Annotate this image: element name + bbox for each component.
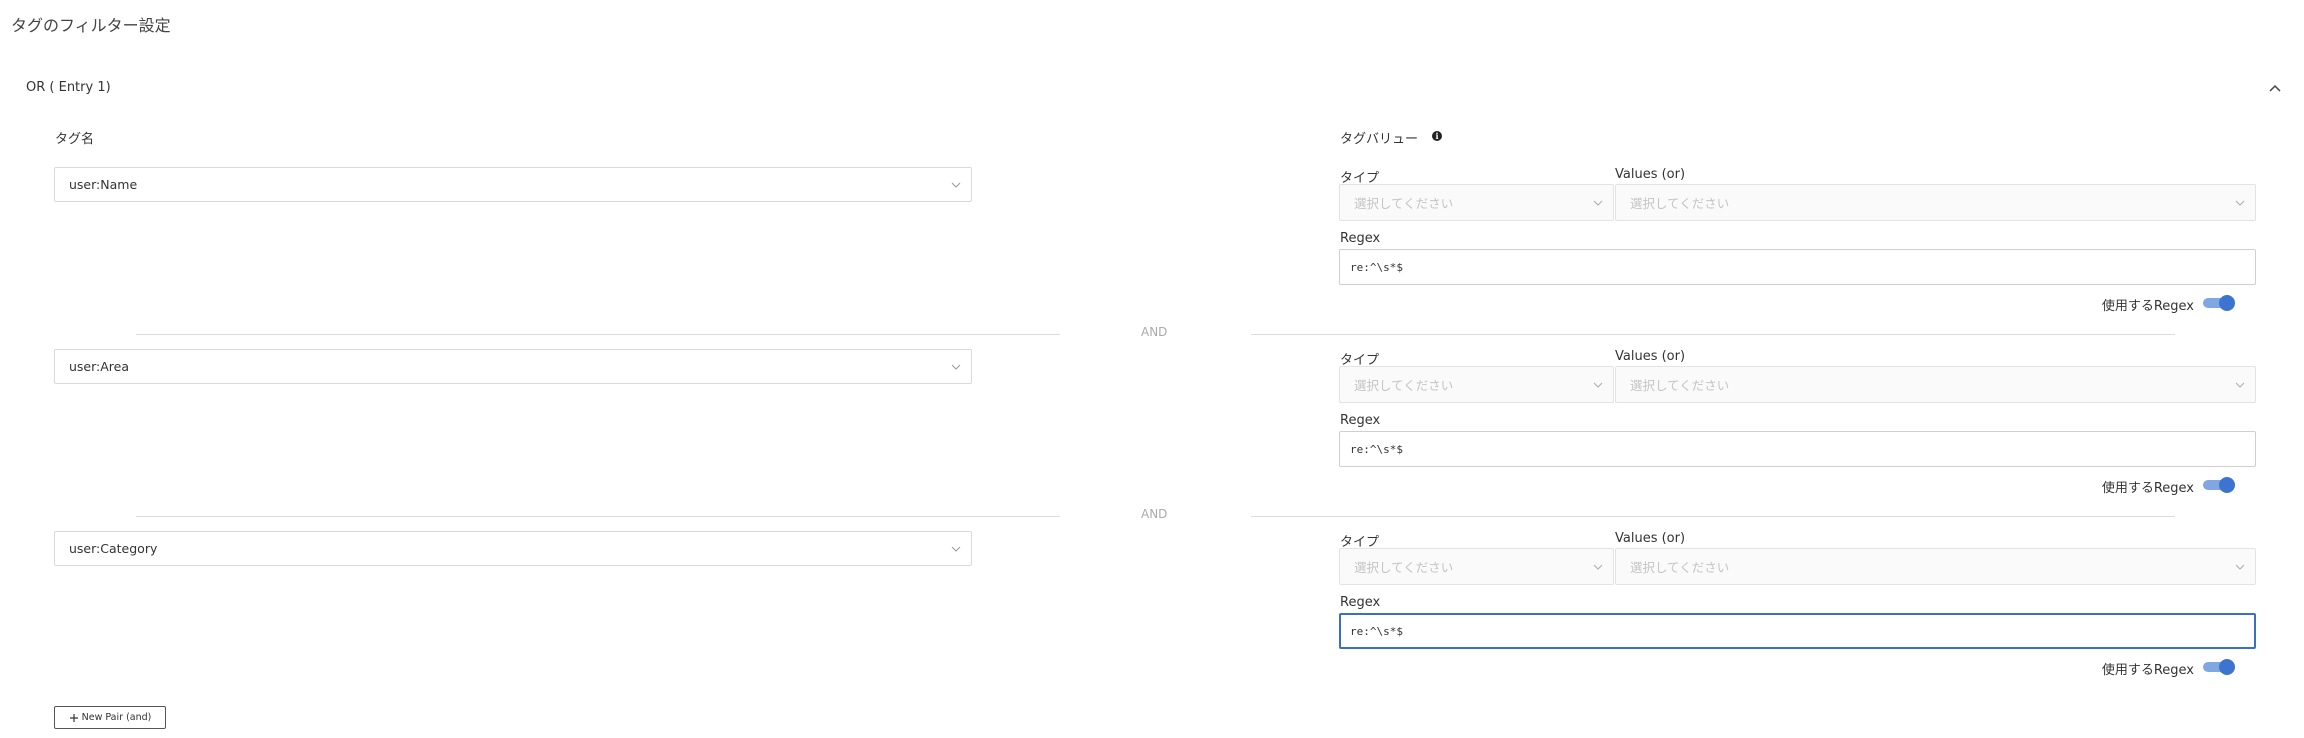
chevron-down-icon xyxy=(951,546,961,552)
use-regex-label: 使用するRegex xyxy=(2101,299,2194,314)
tag-name-label: タグ名 xyxy=(55,132,95,147)
type-select[interactable]: 選択してください xyxy=(1339,548,1614,585)
regex-input[interactable]: re:^\s*$ xyxy=(1339,431,2256,467)
page-title: タグのフィルター設定 xyxy=(11,16,171,35)
tag-name-select[interactable]: user:Area xyxy=(54,349,972,384)
values-select[interactable]: 選択してください xyxy=(1615,184,2256,221)
entry-header[interactable]: OR ( Entry 1) xyxy=(26,80,111,95)
tag-name-select[interactable]: user:Category xyxy=(54,531,972,566)
use-regex-toggle[interactable] xyxy=(2203,477,2235,493)
regex-label: Regex xyxy=(1340,595,1381,610)
tag-value-label: タグバリュー xyxy=(1340,132,1419,147)
chevron-down-icon xyxy=(1593,200,1603,206)
new-pair-label: New Pair (and) xyxy=(81,712,152,723)
regex-input[interactable]: re:^\s*$ xyxy=(1339,249,2256,285)
use-regex-label: 使用するRegex xyxy=(2101,481,2194,496)
use-regex-toggle[interactable] xyxy=(2203,659,2235,675)
chevron-down-icon xyxy=(1593,564,1603,570)
tag-name-value: user:Name xyxy=(69,177,138,192)
divider xyxy=(1251,516,2175,517)
values-label: Values (or) xyxy=(1615,531,1686,546)
chevron-up-icon[interactable] xyxy=(2265,78,2285,98)
and-label: AND xyxy=(1141,325,1168,339)
type-select[interactable]: 選択してください xyxy=(1339,184,1614,221)
values-placeholder: 選択してください xyxy=(1630,378,1730,393)
regex-value: re:^\s*$ xyxy=(1350,442,1403,456)
type-placeholder: 選択してください xyxy=(1354,196,1454,211)
tag-name-select[interactable]: user:Name xyxy=(54,167,972,202)
chevron-down-icon xyxy=(2235,564,2245,570)
chevron-down-icon xyxy=(951,364,961,370)
chevron-down-icon xyxy=(2235,382,2245,388)
use-regex-label: 使用するRegex xyxy=(2101,663,2194,678)
chevron-down-icon xyxy=(951,182,961,188)
type-select[interactable]: 選択してください xyxy=(1339,366,1614,403)
regex-value: re:^\s*$ xyxy=(1350,624,1403,638)
chevron-down-icon xyxy=(1593,382,1603,388)
values-label: Values (or) xyxy=(1615,349,1686,364)
values-placeholder: 選択してください xyxy=(1630,196,1730,211)
type-placeholder: 選択してください xyxy=(1354,560,1454,575)
values-placeholder: 選択してください xyxy=(1630,560,1730,575)
tag-name-value: user:Category xyxy=(69,541,158,556)
regex-input[interactable]: re:^\s*$ xyxy=(1339,613,2256,649)
divider xyxy=(136,334,1060,335)
info-icon[interactable]: i xyxy=(1432,131,1442,141)
divider xyxy=(136,516,1060,517)
regex-label: Regex xyxy=(1340,413,1381,428)
divider xyxy=(1251,334,2175,335)
plus-icon xyxy=(69,713,78,722)
type-placeholder: 選択してください xyxy=(1354,378,1454,393)
use-regex-toggle[interactable] xyxy=(2203,295,2235,311)
chevron-down-icon xyxy=(2235,200,2245,206)
regex-value: re:^\s*$ xyxy=(1350,260,1403,274)
new-pair-button[interactable]: New Pair (and) xyxy=(54,706,166,729)
regex-label: Regex xyxy=(1340,231,1381,246)
tag-name-value: user:Area xyxy=(69,359,130,374)
values-select[interactable]: 選択してください xyxy=(1615,548,2256,585)
and-label: AND xyxy=(1141,507,1168,521)
values-select[interactable]: 選択してください xyxy=(1615,366,2256,403)
values-label: Values (or) xyxy=(1615,167,1686,182)
